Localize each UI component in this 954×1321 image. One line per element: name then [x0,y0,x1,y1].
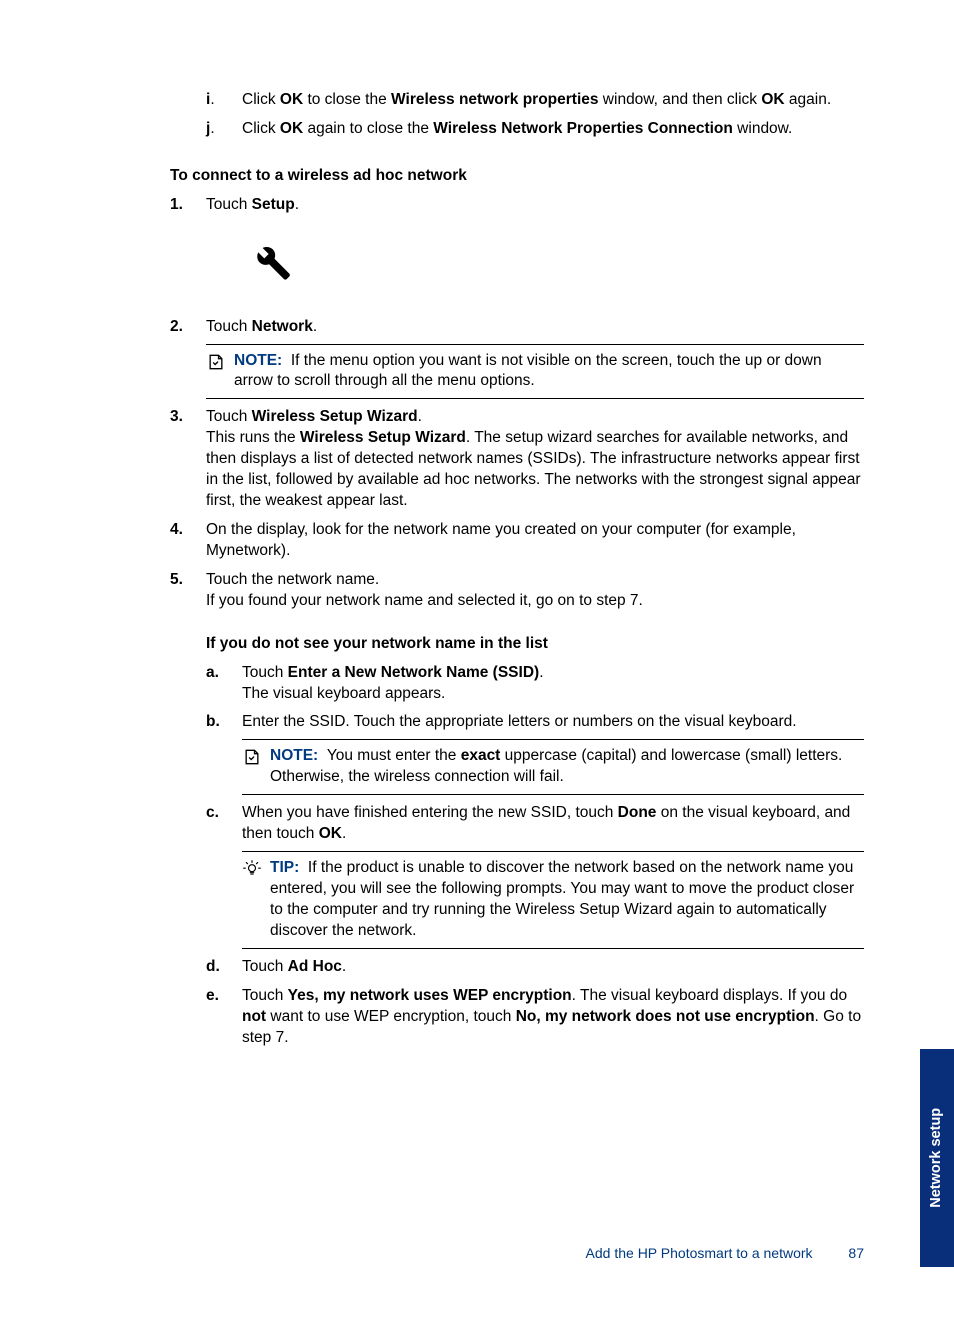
list-marker: i. [206,90,215,111]
lightbulb-icon [242,859,264,886]
page-content: i. Click OK to close the Wireless networ… [170,90,864,1048]
list-text: Enter the SSID. Touch the appropriate le… [242,713,797,730]
step-marker: 3. [170,407,183,428]
note-callout: NOTE: If the menu option you want is not… [206,344,864,400]
list-marker: j. [206,119,215,140]
step-text: On the display, look for the network nam… [206,521,796,559]
sub-item-d: d. Touch Ad Hoc. [206,957,864,978]
list-marker: d. [206,957,220,978]
list-marker: a. [206,663,219,684]
list-text-2: The visual keyboard appears. [242,684,864,705]
list-item-j: j. Click OK again to close the Wireless … [206,119,864,140]
note-callout: NOTE: You must enter the exact uppercase… [242,739,864,795]
list-text: Click OK again to close the Wireless Net… [242,120,792,137]
sub-item-c: c. When you have finished entering the n… [206,803,864,949]
page-number: 87 [848,1245,864,1261]
list-text: Touch Ad Hoc. [242,958,346,975]
footer-section-link: Add the HP Photosmart to a network [586,1245,813,1261]
numbered-steps: 1. Touch Setup. 2. Touch Network. NOT [170,195,864,1049]
note-text: NOTE: You must enter the exact uppercase… [270,746,864,788]
step-text: Touch Setup. [206,196,299,213]
page-footer: Add the HP Photosmart to a network 87 [586,1244,864,1263]
step-1: 1. Touch Setup. [170,195,864,291]
step-text-2: If you found your network name and selec… [206,591,864,612]
section-heading: To connect to a wireless ad hoc network [170,166,864,187]
wrench-icon [242,234,864,291]
chapter-tab-label: Network setup [927,1108,947,1208]
step-para: This runs the Wireless Setup Wizard. The… [206,428,864,512]
step-2: 2. Touch Network. NOTE: If the menu opti… [170,317,864,400]
upper-alpha-list: i. Click OK to close the Wireless networ… [206,90,864,140]
step-4: 4. On the display, look for the network … [170,520,864,562]
note-icon [206,352,228,379]
sub-alpha-list: a. Touch Enter a New Network Name (SSID)… [206,663,864,1049]
list-marker: c. [206,803,219,824]
sub-item-a: a. Touch Enter a New Network Name (SSID)… [206,663,864,705]
sub-heading: If you do not see your network name in t… [206,634,864,655]
step-text: Touch Network. [206,318,317,335]
step-text: Touch Wireless Setup Wizard. [206,408,422,425]
chapter-tab: Network setup [920,1049,954,1267]
list-marker: b. [206,712,220,733]
step-5: 5. Touch the network name. If you found … [170,570,864,1049]
sub-item-b: b. Enter the SSID. Touch the appropriate… [206,712,864,795]
step-marker: 1. [170,195,183,216]
step-marker: 4. [170,520,183,541]
tip-text: TIP: If the product is unable to discove… [270,858,864,942]
list-text: Click OK to close the Wireless network p… [242,91,831,108]
list-item-i: i. Click OK to close the Wireless networ… [206,90,864,111]
step-text: Touch the network name. [206,571,379,588]
list-marker: e. [206,986,219,1007]
step-marker: 5. [170,570,183,591]
tip-callout: TIP: If the product is unable to discove… [242,851,864,949]
step-marker: 2. [170,317,183,338]
sub-item-e: e. Touch Yes, my network uses WEP encryp… [206,986,864,1049]
list-text: When you have finished entering the new … [242,804,850,842]
step-3: 3. Touch Wireless Setup Wizard. This run… [170,407,864,512]
note-icon [242,747,264,774]
list-text: Touch Yes, my network uses WEP encryptio… [242,987,861,1046]
list-text: Touch Enter a New Network Name (SSID). [242,664,544,681]
note-text: NOTE: If the menu option you want is not… [234,351,864,393]
document-page: i. Click OK to close the Wireless networ… [0,0,954,1321]
